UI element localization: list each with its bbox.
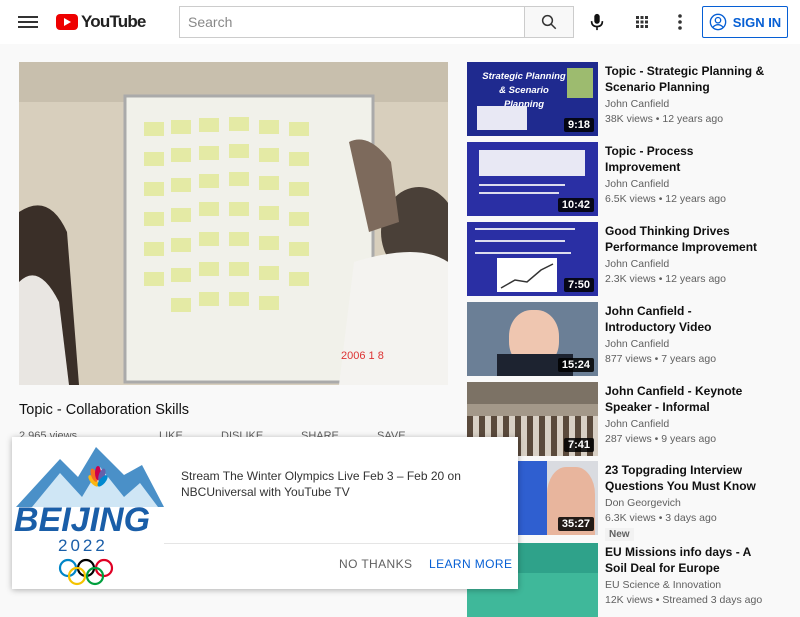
video-duration: 35:27 xyxy=(557,517,594,531)
top-bar: YouTube Search SIGN IN xyxy=(0,0,800,44)
logo-text: YouTube xyxy=(81,12,146,31)
channel-name[interactable]: John Canfield xyxy=(605,418,765,430)
thumbnail-book-image xyxy=(567,68,593,98)
video-meta: 2.3K views • 12 years ago xyxy=(605,273,726,285)
sign-in-button[interactable]: SIGN IN xyxy=(702,6,788,38)
new-badge: New xyxy=(605,528,634,541)
channel-name[interactable]: Don Georgevich xyxy=(605,497,765,509)
beijing-2022-logo: BEIJING 2022 xyxy=(14,447,164,586)
microphone-icon xyxy=(590,13,604,31)
recommended-video-title[interactable]: EU Missions info days - A Soil Deal for … xyxy=(605,544,765,576)
recommended-video-title[interactable]: Topic - Strategic Planning & Scenario Pl… xyxy=(605,63,765,95)
voice-search-button[interactable] xyxy=(582,6,612,38)
recommended-video-info: EU Missions info days - A Soil Deal for … xyxy=(605,544,765,606)
logo-word: BEIJING xyxy=(14,501,150,539)
recommended-video[interactable]: Strategic Planning & Scenario Planning 9… xyxy=(467,62,787,136)
video-meta: 38K views • 12 years ago xyxy=(605,113,724,125)
no-thanks-button[interactable]: NO THANKS xyxy=(339,557,412,571)
video-duration: 15:24 xyxy=(557,358,594,372)
recommended-video-info: Topic - Strategic Planning & Scenario Pl… xyxy=(605,63,765,125)
video-timestamp-overlay: 2006 1 8 xyxy=(341,350,384,362)
recommended-video-title[interactable]: John Canfield - Keynote Speaker - Inform… xyxy=(605,383,765,415)
thumbnail-chart-image xyxy=(497,258,557,292)
recommended-video-info: John Canfield - Introductory Video John … xyxy=(605,303,765,365)
thumbnail-text-block xyxy=(477,106,527,130)
logo-year: 2022 xyxy=(58,536,108,555)
apps-grid-icon[interactable] xyxy=(632,12,652,32)
recommended-video[interactable]: 7:50 Good Thinking Drives Performance Im… xyxy=(467,222,787,296)
thumbnail-ceiling xyxy=(467,382,598,404)
thumbnail-text-line xyxy=(475,252,571,254)
recommended-video-title[interactable]: Topic - Process Improvement xyxy=(605,143,765,175)
thumbnail-text-line xyxy=(479,192,559,194)
recommended-video-title[interactable]: Good Thinking Drives Performance Improve… xyxy=(605,223,765,255)
video-thumbnail[interactable]: 15:24 xyxy=(467,302,598,376)
youtube-logo[interactable]: YouTube xyxy=(56,12,146,32)
video-meta: 6.5K views • 12 years ago xyxy=(605,193,726,205)
thumbnail-diagram xyxy=(479,150,585,176)
search-placeholder: Search xyxy=(188,14,233,30)
recommended-video-info: Topic - Process Improvement John Canfiel… xyxy=(605,143,765,205)
video-thumbnail[interactable]: Strategic Planning & Scenario Planning 9… xyxy=(467,62,598,136)
thumbnail-text-line xyxy=(475,228,575,230)
video-meta: 877 views • 7 years ago xyxy=(605,353,717,365)
promo-divider xyxy=(164,543,518,544)
video-thumbnail[interactable]: 7:50 xyxy=(467,222,598,296)
video-meta: 287 views • 9 years ago xyxy=(605,433,717,445)
video-meta: 12K views • Streamed 3 days ago xyxy=(605,594,763,606)
channel-name[interactable]: John Canfield xyxy=(605,178,765,190)
more-vert-icon[interactable] xyxy=(670,12,690,32)
menu-icon[interactable] xyxy=(18,13,38,31)
video-duration: 7:41 xyxy=(563,438,594,452)
video-meta: 6.3K views • 3 days ago xyxy=(605,512,717,524)
channel-name[interactable]: John Canfield xyxy=(605,258,765,270)
video-duration: 7:50 xyxy=(563,278,594,292)
video-thumbnail[interactable]: 10:42 xyxy=(467,142,598,216)
video-duration: 9:18 xyxy=(563,118,594,132)
video-duration: 10:42 xyxy=(557,198,594,212)
recommended-video-title[interactable]: John Canfield - Introductory Video xyxy=(605,303,765,335)
thumbnail-text-line xyxy=(479,184,565,186)
video-title: Topic - Collaboration Skills xyxy=(19,402,190,418)
channel-name[interactable]: John Canfield xyxy=(605,98,765,110)
promo-message: Stream The Winter Olympics Live Feb 3 – … xyxy=(181,469,461,499)
recommended-video-title[interactable]: 23 Topgrading Interview Questions You Mu… xyxy=(605,462,765,494)
search-input[interactable]: Search xyxy=(179,6,525,38)
search-icon xyxy=(541,14,557,30)
channel-name[interactable]: EU Science & Innovation xyxy=(605,579,765,591)
account-icon xyxy=(709,13,727,31)
sign-in-label: SIGN IN xyxy=(732,14,782,30)
recommended-video[interactable]: 10:42 Topic - Process Improvement John C… xyxy=(467,142,787,216)
recommended-video-info: 23 Topgrading Interview Questions You Mu… xyxy=(605,462,765,542)
video-frame: 2006 1 8 xyxy=(19,62,448,385)
channel-name[interactable]: John Canfield xyxy=(605,338,765,350)
learn-more-button[interactable]: LEARN MORE xyxy=(429,557,512,571)
recommended-video[interactable]: 15:24 John Canfield - Introductory Video… xyxy=(467,302,787,376)
video-player[interactable]: 2006 1 8 xyxy=(19,62,448,385)
recommended-video-info: John Canfield - Keynote Speaker - Inform… xyxy=(605,383,765,445)
youtube-play-icon xyxy=(56,14,78,30)
recommended-video-info: Good Thinking Drives Performance Improve… xyxy=(605,223,765,285)
search-button[interactable] xyxy=(524,6,574,38)
thumbnail-text-line xyxy=(475,240,565,242)
promo-dialog: BEIJING 2022 Stream The Winter Olympics … xyxy=(12,437,518,589)
